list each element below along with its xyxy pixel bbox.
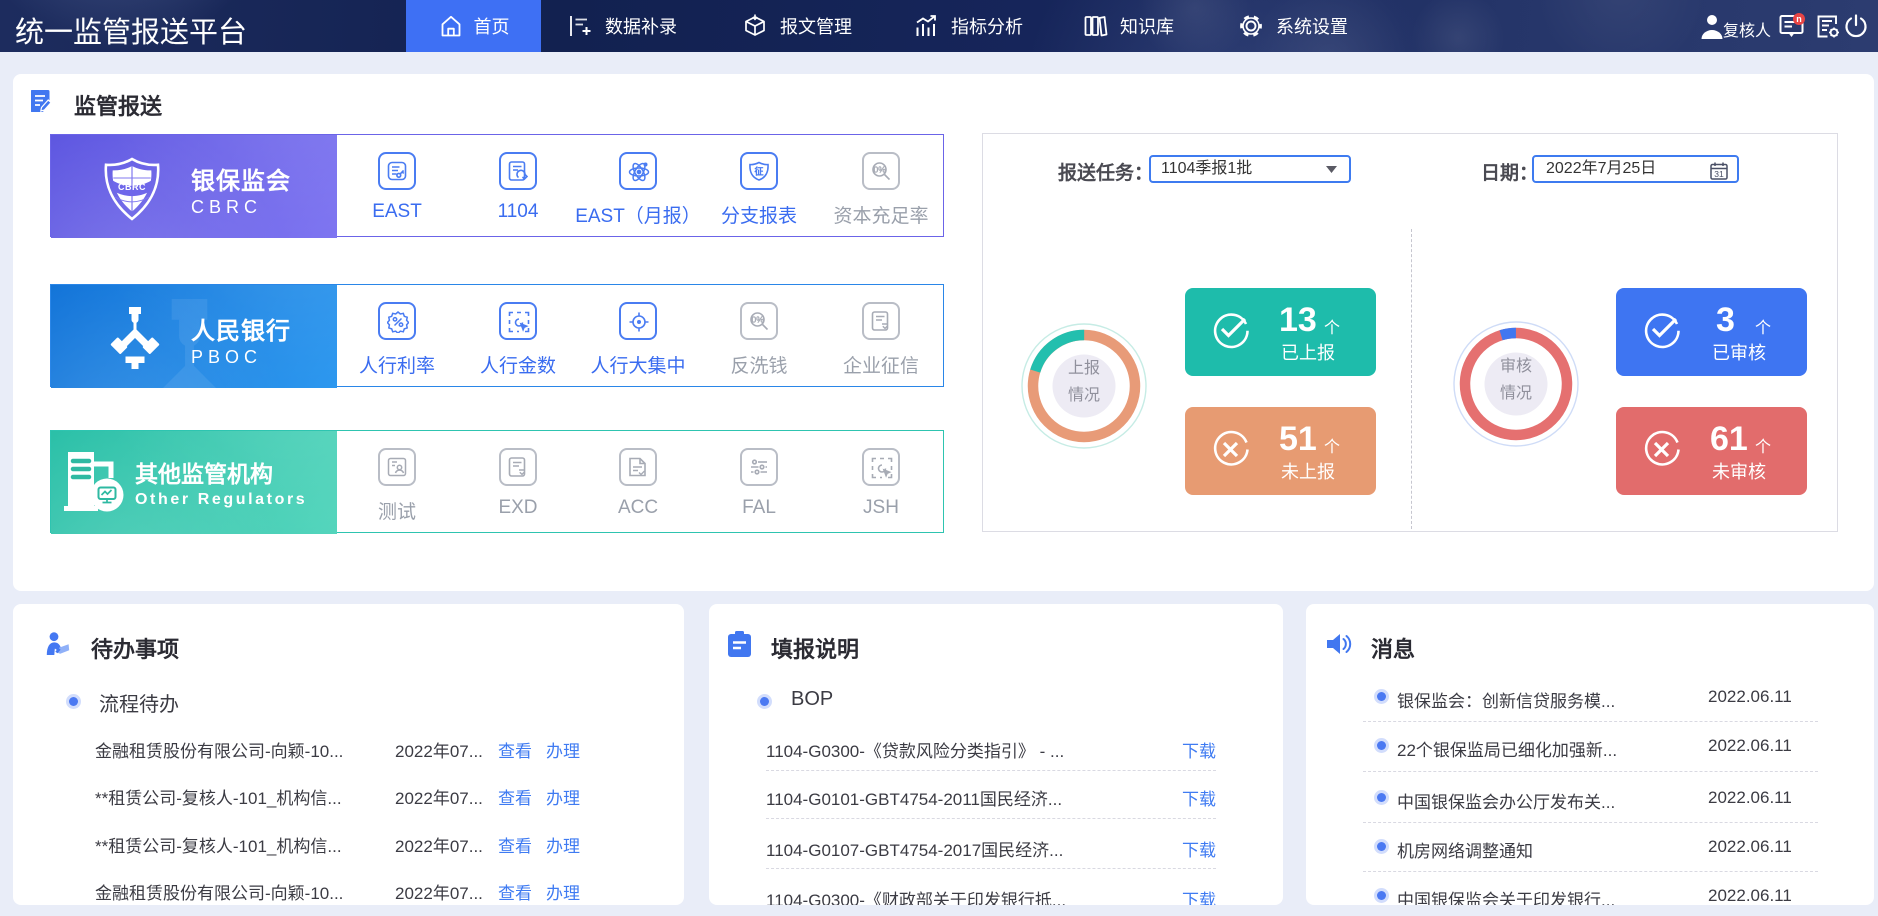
svg-text:征: 征 [754,167,763,177]
svg-text:上报: 上报 [1068,359,1100,377]
svg-text:审核: 审核 [1500,357,1532,375]
svg-text:情况: 情况 [1068,386,1100,404]
svg-text:CBRC: CBRC [118,182,146,192]
svg-text:情况: 情况 [1500,384,1532,402]
svg-text:0%: 0% [874,165,887,175]
svg-text:0%: 0% [752,315,765,325]
svg-text:31: 31 [1714,169,1724,179]
svg-text:n: n [1796,14,1802,24]
